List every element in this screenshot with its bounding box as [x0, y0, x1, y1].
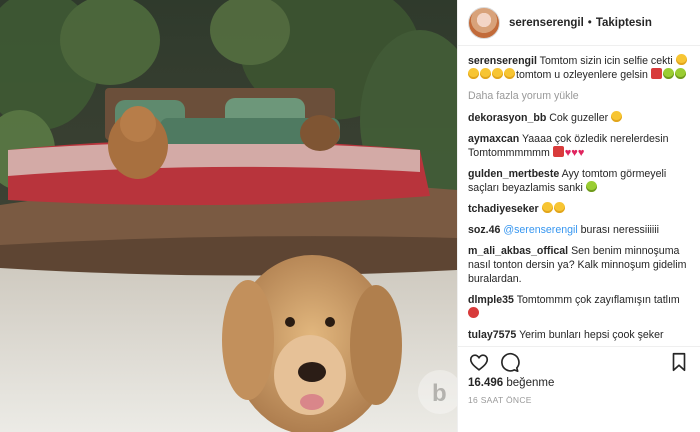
comment-item: soz.46 @serenserengil burası neressiiiii… — [468, 223, 690, 237]
comment-username[interactable]: dlmple35 — [468, 294, 514, 306]
emoji-icon — [611, 111, 623, 124]
comment-text: Cok guzeller — [549, 112, 609, 124]
load-more-comments[interactable]: Daha fazla yorum yükle — [468, 89, 690, 103]
comment-item: m_ali_akbas_offical Sen benim minnoşuma … — [468, 244, 690, 286]
comment-item: gulden_mertbeste Ayy tomtom görmeyeli sa… — [468, 167, 690, 195]
comment-username[interactable]: aymaxcan — [468, 133, 519, 145]
comment-item: tchadiyeseker — [468, 202, 690, 216]
comment-item: dekorasyon_bb Cok guzeller — [468, 111, 690, 125]
comment-username[interactable]: gulden_mertbeste — [468, 168, 559, 180]
emoji-icon — [650, 68, 687, 81]
post-photo-image: b — [0, 0, 457, 432]
post-timestamp: 16 SAAT ÖNCE — [468, 395, 532, 405]
heart-emoji-icon: ♥♥♥ — [552, 146, 584, 159]
action-bar — [468, 347, 690, 377]
likes-label: beğenme — [506, 377, 555, 389]
header-username[interactable]: serenserengil — [509, 17, 584, 29]
comment-username[interactable]: dekorasyon_bb — [468, 112, 546, 124]
comment-username[interactable]: m_ali_akbas_offical — [468, 245, 568, 257]
comment-icon[interactable] — [498, 351, 520, 373]
header-separator: • — [587, 16, 592, 29]
likes-count[interactable]: 16.496 beğenme — [468, 377, 690, 389]
comment-item: dlmple35 Tomtommm çok zayıflamışın tatlı… — [468, 293, 690, 321]
bookmark-icon[interactable] — [668, 351, 690, 373]
instagram-post: b serenserengil • Takiptesin serensereng… — [0, 0, 700, 432]
comment-text: Yerim bunları hepsi çook şeker — [519, 329, 664, 341]
emoji-icon — [585, 181, 598, 194]
caption-username[interactable]: serenserengil — [468, 55, 537, 67]
likes-number: 16.496 — [468, 377, 504, 389]
post-header: serenserengil • Takiptesin — [458, 0, 700, 46]
comment-username[interactable]: tulay7575 — [468, 329, 516, 341]
caption: serenserengil Tomtom sizin icin selfie c… — [468, 54, 690, 82]
comment-username[interactable]: tchadiyeseker — [468, 203, 539, 215]
follow-status[interactable]: Takiptesin — [596, 17, 652, 29]
post-sidebar: serenserengil • Takiptesin serenserengil… — [457, 0, 700, 432]
lips-emoji-icon — [468, 307, 480, 320]
emoji-icon — [541, 202, 566, 215]
post-footer: 16.496 beğenme 16 SAAT ÖNCE — [458, 346, 700, 432]
post-photo[interactable]: b — [0, 0, 457, 432]
heart-icon[interactable] — [468, 351, 490, 373]
svg-text:b: b — [432, 380, 447, 407]
comment-text: burası neressiiiiii — [580, 224, 659, 236]
avatar[interactable] — [468, 6, 500, 39]
comment-mention[interactable]: @serenserengil — [503, 224, 577, 236]
caption-text: Tomtom sizin icin selfie cekti — [539, 55, 673, 67]
comment-username[interactable]: soz.46 — [468, 224, 500, 236]
comment-text: Tomtommm çok zayıflamışın tatlım — [516, 294, 680, 306]
caption-text-2: tomtom u ozleyenlere gelsin — [516, 69, 648, 81]
comment-item: tulay7575 Yerim bunları hepsi çook şeker — [468, 328, 690, 342]
comments-list: serenserengil Tomtom sizin icin selfie c… — [458, 46, 700, 342]
comment-item: aymaxcan Yaaaa çok özledik nerelerdesin … — [468, 132, 690, 160]
